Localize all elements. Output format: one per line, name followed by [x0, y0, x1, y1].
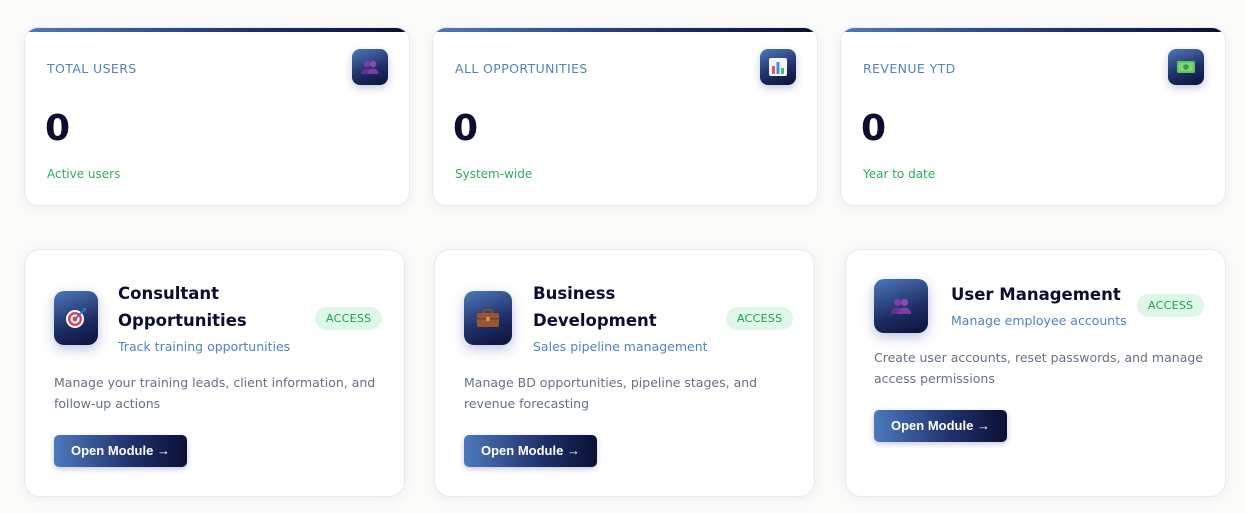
description-line: Create user accounts, reset passwords, a…	[874, 350, 1203, 365]
description-line: access permissions	[874, 371, 995, 386]
module-title: Business Development	[533, 280, 657, 334]
description-line: follow-up actions	[54, 396, 161, 411]
stat-label: REVENUE YTD	[863, 61, 956, 76]
stat-label: ALL OPPORTUNITIES	[455, 61, 588, 76]
money-icon	[1168, 49, 1204, 85]
stat-sublabel: Year to date	[863, 167, 936, 181]
stat-label: TOTAL USERS	[47, 61, 137, 76]
module-title-line: Consultant	[118, 284, 220, 303]
stat-card-all-opportunities: ALL OPPORTUNITIES 0 System-wide	[432, 27, 818, 206]
description-line: revenue forecasting	[464, 396, 590, 411]
module-title-line: Business	[533, 284, 616, 303]
module-card-user-management[interactable]: User Management Manage employee accounts…	[845, 249, 1226, 497]
access-badge: ACCESS	[1137, 294, 1205, 317]
module-subtitle: Track training opportunities	[118, 339, 291, 354]
module-description: Manage BD opportunities, pipeline stages…	[464, 372, 757, 414]
module-title: User Management	[951, 285, 1121, 304]
module-card-consultant-opportunities[interactable]: Consultant Opportunities Track training …	[24, 249, 405, 497]
module-description: Create user accounts, reset passwords, a…	[874, 347, 1203, 389]
stat-sublabel: System-wide	[455, 167, 533, 181]
description-line: Manage your training leads, client infor…	[54, 375, 376, 390]
access-badge: ACCESS	[315, 307, 383, 330]
description-line: Manage BD opportunities, pipeline stages…	[464, 375, 758, 390]
bar-chart-icon	[760, 49, 796, 85]
stat-value: 0	[861, 108, 887, 149]
module-description: Manage your training leads, client infor…	[54, 372, 375, 414]
card-accent-bar	[433, 28, 817, 32]
stat-value: 0	[45, 108, 71, 149]
target-icon	[54, 291, 98, 345]
stat-sublabel: Active users	[47, 167, 121, 181]
module-subtitle: Sales pipeline management	[533, 339, 708, 354]
access-badge: ACCESS	[726, 307, 794, 330]
card-accent-bar	[841, 28, 1225, 32]
users-icon	[874, 279, 928, 333]
open-module-button[interactable]: Open Module →	[54, 435, 187, 467]
module-subtitle: Manage employee accounts	[951, 313, 1127, 328]
stat-card-total-users: TOTAL USERS 0 Active users	[24, 27, 410, 206]
users-icon	[352, 49, 388, 85]
module-title: Consultant Opportunities	[118, 280, 247, 334]
module-title-line: Opportunities	[118, 311, 247, 330]
stat-value: 0	[453, 108, 479, 149]
open-module-button[interactable]: Open Module →	[464, 435, 597, 467]
card-accent-bar	[25, 28, 409, 32]
stat-card-revenue-ytd: REVENUE YTD 0 Year to date	[840, 27, 1226, 206]
module-title-line: Development	[533, 311, 657, 330]
open-module-button[interactable]: Open Module →	[874, 410, 1007, 442]
briefcase-icon	[464, 291, 512, 345]
module-card-business-development[interactable]: Business Development Sales pipeline mana…	[434, 249, 815, 497]
